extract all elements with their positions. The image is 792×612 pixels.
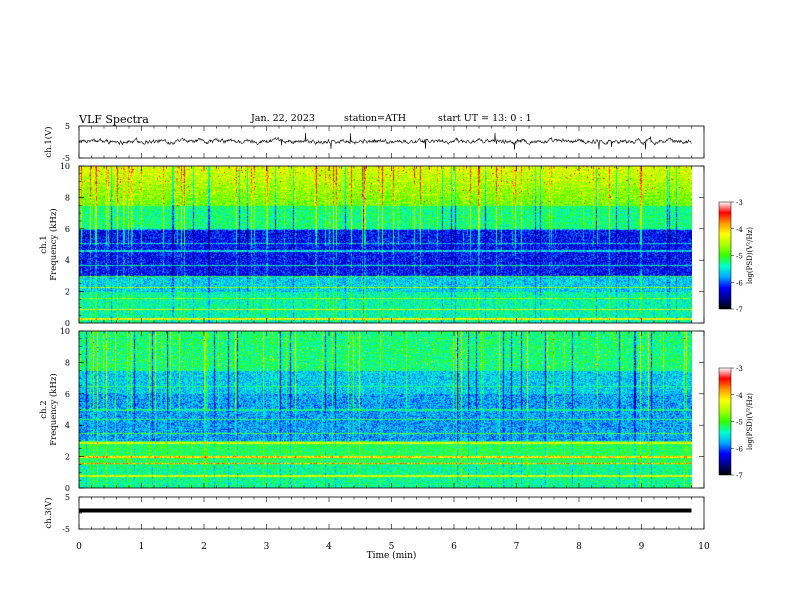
y-tick-label: -5 xyxy=(62,525,70,534)
x-tick-label: 10 xyxy=(698,542,710,552)
y-tick-label: 8 xyxy=(65,193,70,202)
x-tick-label: 8 xyxy=(576,542,582,552)
colorbar-tick-label: -3 xyxy=(736,365,743,373)
x-tick-label: 7 xyxy=(514,542,520,552)
ch1-trace xyxy=(78,132,692,150)
colorbar-tick-label: -6 xyxy=(736,279,743,287)
y-tick-label: 5 xyxy=(65,493,70,502)
colorbar-tick-label: -6 xyxy=(736,445,743,453)
colorbar-tick-label: -7 xyxy=(736,306,743,314)
colorbar-tick-label: -3 xyxy=(736,199,743,207)
y-axis-label-channel: ch.2 xyxy=(39,400,49,418)
x-tick-label: 9 xyxy=(639,542,645,552)
ch1-spectrogram-raster xyxy=(79,166,692,323)
vlf-figure: 5-5ch.1(V)0246810ch.1 Frequency (kHz)-3-4… xyxy=(39,122,754,561)
y-tick-label: 4 xyxy=(65,256,70,265)
y-axis-label: ch.3(V) xyxy=(43,497,54,528)
y-tick-label: 10 xyxy=(60,162,70,171)
y-tick-label: 0 xyxy=(65,484,70,493)
colorbar-tick-label: -4 xyxy=(736,392,743,400)
y-tick-label: 8 xyxy=(65,358,70,367)
y-tick-label: 2 xyxy=(65,453,70,462)
y-tick-label: 5 xyxy=(65,122,70,131)
x-tick-label: 1 xyxy=(139,542,145,552)
colorbar-tick-label: -5 xyxy=(736,253,743,261)
colorbar-tick-label: -4 xyxy=(736,226,743,234)
colorbar-2 xyxy=(718,367,732,476)
colorbar-label: log(PSD)(V²/Hz) xyxy=(746,393,754,450)
y-tick-label: 2 xyxy=(65,288,70,297)
x-tick-label: 3 xyxy=(264,542,270,552)
y-tick-label: 10 xyxy=(60,327,70,336)
y-tick-label: 6 xyxy=(65,390,70,399)
colorbar-1 xyxy=(718,201,732,310)
x-tick-label: 2 xyxy=(201,542,207,552)
x-tick-label: 0 xyxy=(76,542,82,552)
y-tick-label: 4 xyxy=(65,421,70,430)
ch2-spectrogram-raster xyxy=(79,331,692,488)
y-tick-label: 6 xyxy=(65,225,70,234)
y-axis-label-frequency: Frequency (kHz) xyxy=(48,208,59,280)
colorbar-label: log(PSD)(V²/Hz) xyxy=(746,227,754,284)
colorbar-tick-label: -7 xyxy=(736,472,743,480)
y-axis-label-frequency: Frequency (kHz) xyxy=(48,373,59,445)
y-axis-label: ch.1(V) xyxy=(43,126,54,157)
x-axis-label: Time (min) xyxy=(367,550,417,561)
colorbar-tick-label: -5 xyxy=(736,419,743,427)
x-tick-label: 6 xyxy=(451,542,457,552)
x-tick-label: 4 xyxy=(326,542,332,552)
y-axis-label-channel: ch.1 xyxy=(39,235,49,253)
